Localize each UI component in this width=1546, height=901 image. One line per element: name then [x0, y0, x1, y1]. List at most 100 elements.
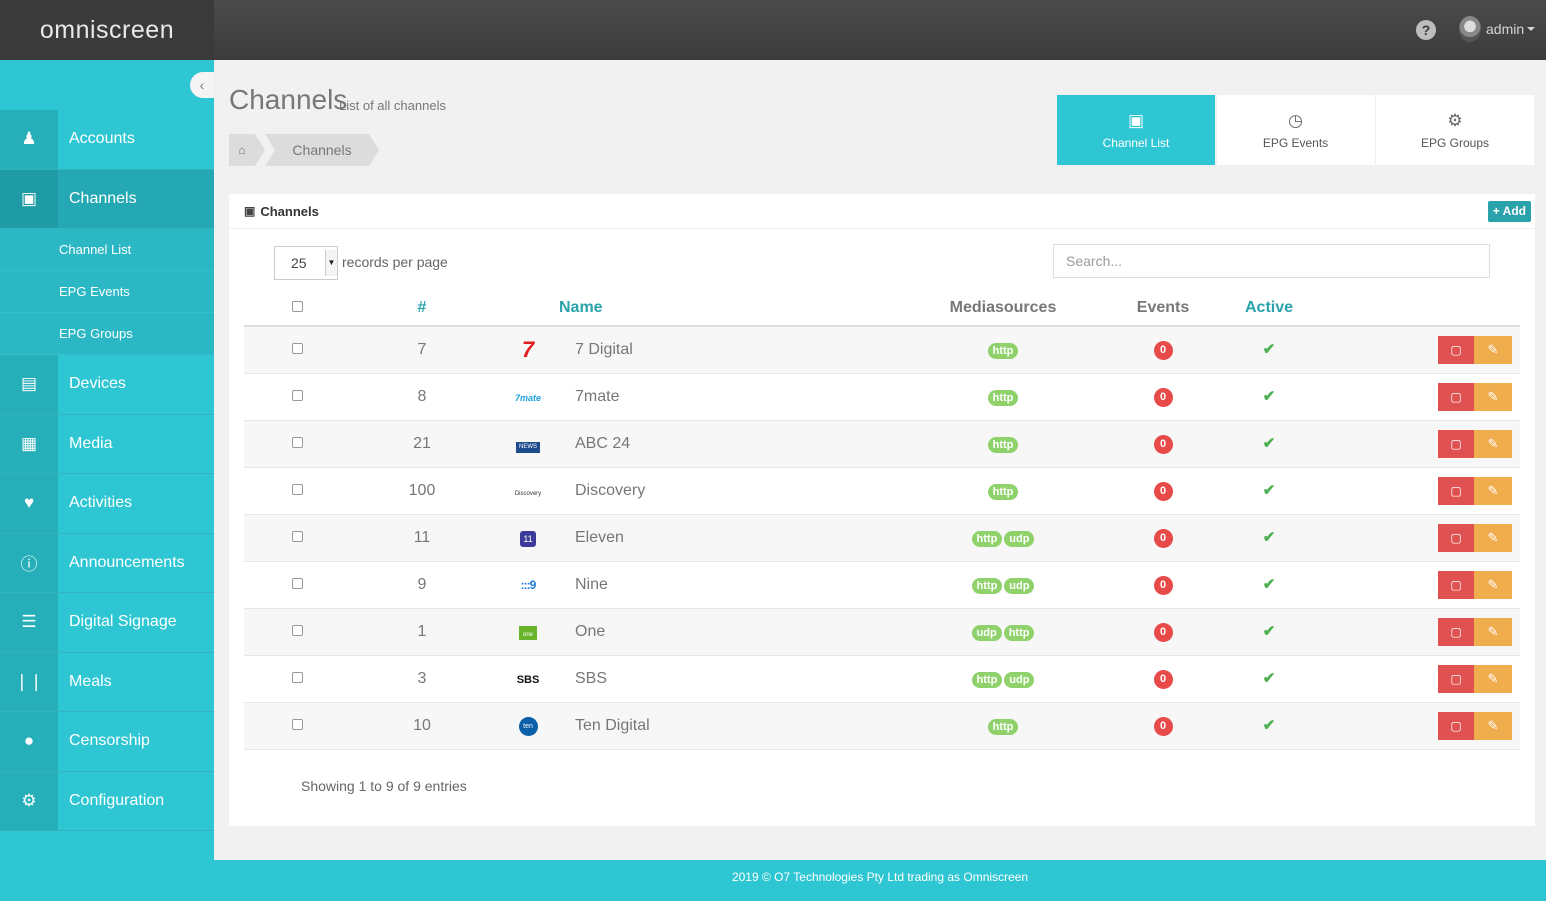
sidebar-subitem-epg-groups[interactable]: EPG Groups	[0, 313, 214, 355]
delete-button[interactable]: ▢	[1438, 570, 1474, 599]
sidebar-item-configuration[interactable]: ⚙ Configuration	[0, 771, 214, 831]
channel-name: One	[563, 608, 893, 656]
help-icon[interactable]: ?	[1416, 20, 1436, 40]
edit-button[interactable]: ✎	[1474, 711, 1512, 740]
sidebar-item-devices[interactable]: ▤ Devices	[0, 355, 214, 415]
delete-button[interactable]: ▢	[1438, 523, 1474, 552]
events-cell: 0	[1113, 702, 1213, 750]
caret-down-icon[interactable]	[1527, 27, 1535, 31]
row-checkbox[interactable]	[292, 342, 303, 354]
channel-logo: Discovery	[493, 467, 563, 515]
tab-channel-list[interactable]: ▣ Channel List	[1057, 95, 1215, 165]
select-all-checkbox[interactable]	[292, 300, 303, 312]
row-checkbox[interactable]	[292, 389, 303, 401]
column-header-name[interactable]: Name	[559, 290, 893, 327]
active-cell: ✔	[1213, 467, 1325, 515]
mediasource-tag: http	[971, 671, 1003, 688]
breadcrumb: ⌂ Channels	[229, 134, 379, 166]
edit-button[interactable]: ✎	[1474, 476, 1512, 505]
delete-button[interactable]: ▢	[1438, 664, 1474, 693]
edit-button[interactable]: ✎	[1474, 617, 1512, 646]
sidebar-item-channels[interactable]: ▣ Channels	[0, 169, 214, 229]
events-count-badge: 0	[1153, 434, 1173, 454]
channel-logo: SBS	[493, 655, 563, 703]
channel-number: 1	[351, 608, 493, 656]
sidebar-item-announcements[interactable]: ⓘ Announcements	[0, 533, 214, 593]
channel-number: 21	[351, 420, 493, 468]
video-camera-icon: ▣	[244, 204, 256, 218]
actions-cell: ▢ ✎	[1325, 420, 1520, 468]
sidebar-subitem-epg-events[interactable]: EPG Events	[0, 271, 214, 313]
breadcrumb-current[interactable]: Channels	[265, 134, 379, 166]
edit-button[interactable]: ✎	[1474, 335, 1512, 364]
view-tabs: ▣ Channel List ◷ EPG Events ⚙ EPG Groups	[1057, 95, 1536, 165]
actions-cell: ▢ ✎	[1325, 373, 1520, 421]
events-cell: 0	[1113, 608, 1213, 656]
tab-epg-events[interactable]: ◷ EPG Events	[1216, 95, 1375, 165]
channel-number: 11	[351, 514, 493, 562]
events-count-badge: 0	[1153, 575, 1173, 595]
search-input[interactable]	[1053, 244, 1490, 278]
check-icon: ✔	[1262, 623, 1276, 640]
active-cell: ✔	[1213, 608, 1325, 656]
channel-name: 7mate	[563, 373, 893, 421]
sidebar-item-media[interactable]: ▦ Media	[0, 414, 214, 474]
user-icon: ♟	[0, 110, 58, 169]
actions-cell: ▢ ✎	[1325, 608, 1520, 656]
delete-button[interactable]: ▢	[1438, 335, 1474, 364]
row-select-cell	[244, 373, 351, 421]
row-checkbox[interactable]	[292, 530, 303, 542]
mediasources-cell: http udp	[893, 655, 1113, 703]
delete-button[interactable]: ▢	[1438, 711, 1474, 740]
sidebar-collapse-button[interactable]: ‹	[190, 72, 214, 98]
row-checkbox[interactable]	[292, 671, 303, 683]
sidebar-item-meals[interactable]: ❘❘ Meals	[0, 652, 214, 712]
column-header-events[interactable]: Events	[1113, 290, 1213, 327]
column-header-num[interactable]: #	[351, 290, 493, 327]
cutlery-icon: ❘❘	[0, 652, 58, 711]
active-cell: ✔	[1213, 373, 1325, 421]
row-select-cell	[244, 655, 351, 703]
delete-button[interactable]: ▢	[1438, 617, 1474, 646]
delete-button[interactable]: ▢	[1438, 429, 1474, 458]
check-icon: ✔	[1262, 717, 1276, 734]
sidebar-item-digital-signage[interactable]: ☰ Digital Signage	[0, 593, 214, 653]
delete-button[interactable]: ▢	[1438, 382, 1474, 411]
mediasource-tag: http	[987, 718, 1019, 735]
edit-button[interactable]: ✎	[1474, 523, 1512, 552]
table-row: 10 ten Ten Digital http 0 ✔ ▢ ✎	[244, 702, 1520, 750]
column-header-mediasources[interactable]: Mediasources	[893, 290, 1113, 327]
check-icon: ✔	[1262, 670, 1276, 687]
sidebar-item-accounts[interactable]: ♟ Accounts	[0, 110, 214, 170]
events-count-badge: 0	[1153, 622, 1173, 642]
tab-epg-groups[interactable]: ⚙ EPG Groups	[1376, 95, 1534, 165]
sidebar-item-label: Activities	[69, 494, 133, 512]
row-checkbox[interactable]	[292, 436, 303, 448]
edit-button[interactable]: ✎	[1474, 429, 1512, 458]
sidebar-item-activities[interactable]: ♥ Activities	[0, 474, 214, 534]
row-checkbox[interactable]	[292, 577, 303, 589]
records-per-page-select[interactable]: 25 ▼	[274, 246, 338, 280]
edit-button[interactable]: ✎	[1474, 570, 1512, 599]
brand-logo[interactable]: omniscreen	[0, 0, 214, 60]
user-menu-name[interactable]: admin	[1486, 21, 1524, 37]
edit-button[interactable]: ✎	[1474, 664, 1512, 693]
actions-cell: ▢ ✎	[1325, 702, 1520, 750]
sidebar-subitem-channel-list[interactable]: Channel List	[0, 229, 214, 271]
sidebar-item-label: Digital Signage	[69, 613, 177, 631]
channel-logo: :::9	[493, 561, 563, 609]
sidebar: ‹ ♟ Accounts ▣ Channels Channel List EPG…	[0, 60, 214, 901]
column-header-active[interactable]: Active	[1213, 290, 1325, 327]
row-checkbox[interactable]	[292, 624, 303, 636]
home-icon[interactable]: ⌂	[229, 134, 265, 166]
table-row: 8 7mate 7mate http 0 ✔ ▢ ✎	[244, 373, 1520, 421]
edit-button[interactable]: ✎	[1474, 382, 1512, 411]
channel-name: ABC 24	[563, 420, 893, 468]
add-channel-button[interactable]: + Add	[1487, 201, 1531, 222]
row-checkbox[interactable]	[292, 483, 303, 495]
row-checkbox[interactable]	[292, 718, 303, 730]
sidebar-item-censorship[interactable]: ● Censorship	[0, 712, 214, 772]
active-cell: ✔	[1213, 514, 1325, 562]
delete-button[interactable]: ▢	[1438, 476, 1474, 505]
avatar[interactable]	[1459, 16, 1481, 42]
